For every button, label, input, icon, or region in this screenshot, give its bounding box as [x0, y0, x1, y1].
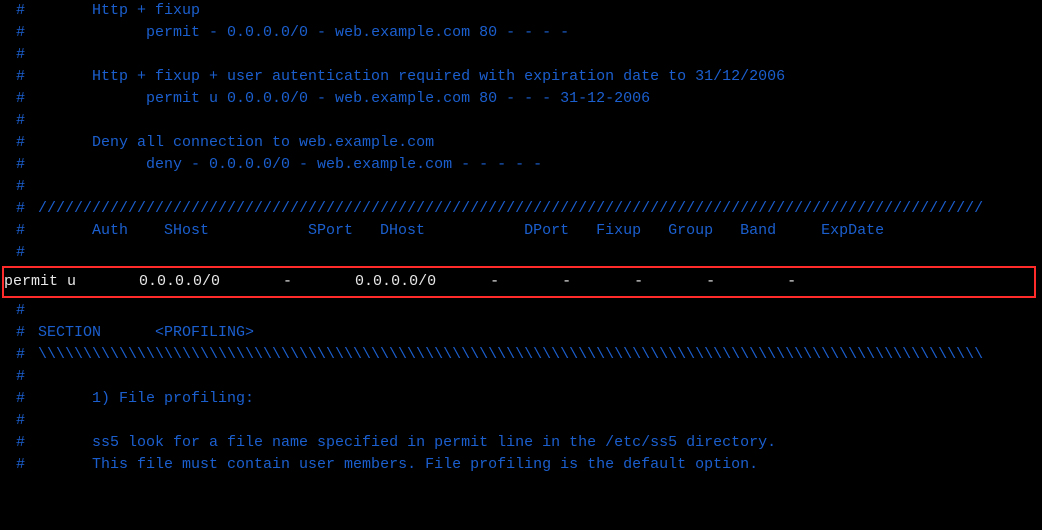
- comment-text: Http + fixup + user autentication requir…: [38, 66, 785, 88]
- section-line: # SECTION <PROFILING>: [0, 322, 1042, 344]
- comment-text: Http + fixup: [38, 0, 200, 22]
- config-line: # permit u 0.0.0.0/0 - web.example.com 8…: [0, 88, 1042, 110]
- comment-hash: #: [0, 300, 38, 322]
- comment-text: permit u 0.0.0.0/0 - web.example.com 80 …: [38, 88, 650, 110]
- comment-hash: #: [0, 132, 38, 154]
- comment-hash: #: [0, 88, 38, 110]
- comment-hash: #: [0, 198, 38, 220]
- config-line: #: [0, 300, 1042, 322]
- comment-hash: #: [0, 154, 38, 176]
- table-header: Auth SHost SPort DHost DPort Fixup Group…: [38, 220, 884, 242]
- comment-hash: #: [0, 220, 38, 242]
- section-label: SECTION <PROFILING>: [38, 322, 254, 344]
- comment-hash: #: [0, 388, 38, 410]
- comment-hash: #: [0, 0, 38, 22]
- config-line: # 1) File profiling:: [0, 388, 1042, 410]
- config-line: #: [0, 366, 1042, 388]
- divider-forward: ////////////////////////////////////////…: [38, 198, 983, 220]
- comment-hash: #: [0, 176, 38, 198]
- config-line: # This file must contain user members. F…: [0, 454, 1042, 476]
- comment-hash: #: [0, 344, 38, 366]
- config-line: # deny - 0.0.0.0/0 - web.example.com - -…: [0, 154, 1042, 176]
- comment-hash: #: [0, 410, 38, 432]
- divider-line: # //////////////////////////////////////…: [0, 198, 1042, 220]
- table-header-line: # Auth SHost SPort DHost DPort Fixup Gro…: [0, 220, 1042, 242]
- divider-backward: \\\\\\\\\\\\\\\\\\\\\\\\\\\\\\\\\\\\\\\\…: [38, 344, 983, 366]
- config-line: # ss5 look for a file name specified in …: [0, 432, 1042, 454]
- config-line: # Deny all connection to web.example.com: [0, 132, 1042, 154]
- active-rule-highlight: permit u 0.0.0.0/0 - 0.0.0.0/0 - - - - -: [2, 266, 1036, 298]
- comment-hash: #: [0, 66, 38, 88]
- config-line: # permit - 0.0.0.0/0 - web.example.com 8…: [0, 22, 1042, 44]
- comment-hash: #: [0, 366, 38, 388]
- config-line: #: [0, 410, 1042, 432]
- config-line: #: [0, 176, 1042, 198]
- comment-text: 1) File profiling:: [38, 388, 254, 410]
- comment-hash: #: [0, 432, 38, 454]
- config-line: # Http + fixup + user autentication requ…: [0, 66, 1042, 88]
- config-line: # Http + fixup: [0, 0, 1042, 22]
- comment-hash: #: [0, 322, 38, 344]
- comment-hash: #: [0, 22, 38, 44]
- comment-text: deny - 0.0.0.0/0 - web.example.com - - -…: [38, 154, 542, 176]
- config-line: #: [0, 44, 1042, 66]
- comment-hash: #: [0, 242, 38, 264]
- comment-text: permit - 0.0.0.0/0 - web.example.com 80 …: [38, 22, 569, 44]
- config-line: #: [0, 242, 1042, 264]
- comment-hash: #: [0, 454, 38, 476]
- comment-hash: #: [0, 44, 38, 66]
- config-line: #: [0, 110, 1042, 132]
- comment-hash: #: [0, 110, 38, 132]
- comment-text: This file must contain user members. Fil…: [38, 454, 758, 476]
- divider-line: # \\\\\\\\\\\\\\\\\\\\\\\\\\\\\\\\\\\\\\…: [0, 344, 1042, 366]
- permit-rule-row: permit u 0.0.0.0/0 - 0.0.0.0/0 - - - - -: [4, 272, 1034, 292]
- comment-text: Deny all connection to web.example.com: [38, 132, 434, 154]
- comment-text: ss5 look for a file name specified in pe…: [38, 432, 776, 454]
- terminal-screen[interactable]: # Http + fixup # permit - 0.0.0.0/0 - we…: [0, 0, 1042, 476]
